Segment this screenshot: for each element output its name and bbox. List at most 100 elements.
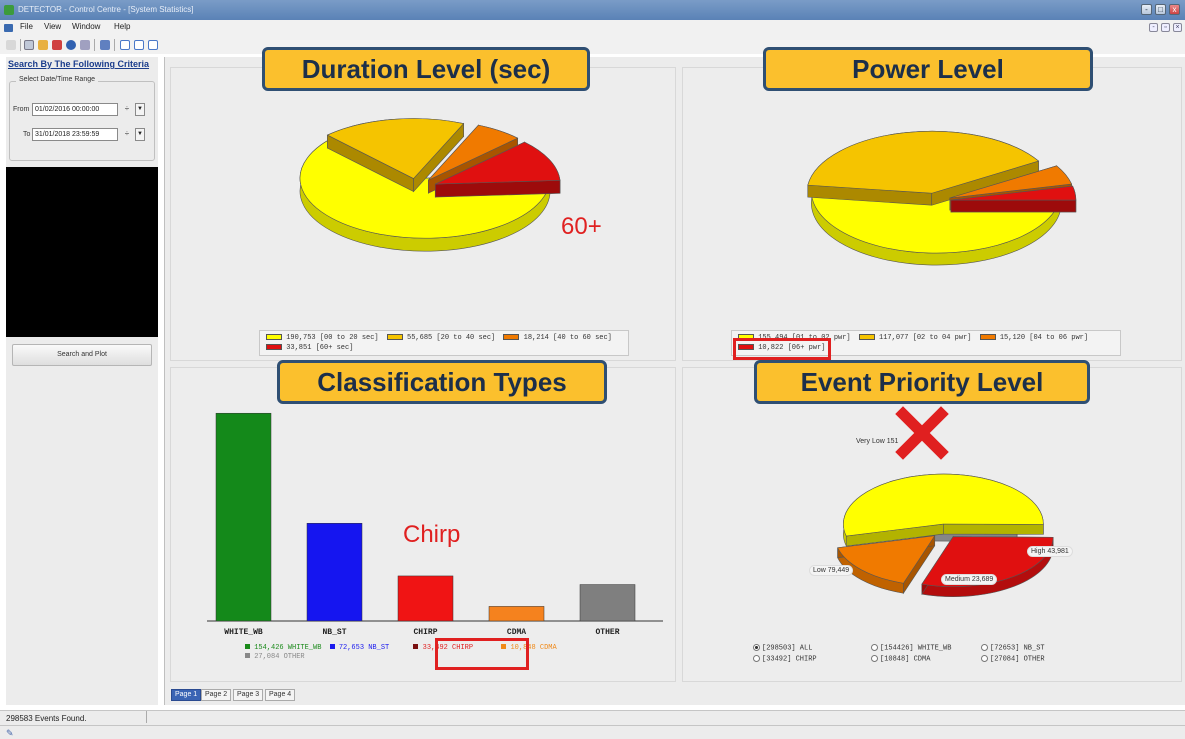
radio-label: [72653] NB_ST bbox=[990, 644, 1045, 653]
legend-item: 190,753 [00 to 20 sec] bbox=[286, 334, 379, 342]
medium-label: Medium 23,689 bbox=[941, 574, 998, 585]
legend-item: 33,851 [60+ sec] bbox=[286, 344, 354, 352]
preview-area bbox=[6, 167, 158, 337]
menu-bar: File View Window Help - ▫ × bbox=[0, 20, 1185, 36]
to-datetime-input[interactable]: 31/01/2018 23:59:59 bbox=[32, 128, 118, 141]
tab-page-2[interactable]: Page 2 bbox=[201, 689, 232, 701]
tick-label-nb-st: NB_ST bbox=[322, 628, 346, 637]
menu-file[interactable]: File bbox=[20, 22, 33, 31]
close-button[interactable]: x bbox=[1169, 4, 1180, 15]
very-low-label: Very Low 151 bbox=[856, 438, 899, 445]
legend-swatch bbox=[858, 334, 875, 341]
window-titlebar: DETECTOR - Control Centre - [System Stat… bbox=[0, 0, 1185, 20]
legend-swatch bbox=[979, 334, 996, 341]
power-pie-chart bbox=[807, 130, 1077, 266]
legend-item: 18,214 [40 to 60 sec] bbox=[523, 334, 612, 342]
layout-two-icon[interactable] bbox=[134, 40, 144, 50]
to-label: To bbox=[23, 131, 31, 138]
tab-page-4[interactable]: Page 4 bbox=[265, 689, 296, 701]
search-sidebar: Search By The Following Criteria Select … bbox=[6, 57, 158, 705]
radio-button[interactable] bbox=[753, 655, 760, 662]
legend-item: 154,426 WHITE_WB bbox=[254, 644, 322, 652]
record-icon[interactable] bbox=[52, 40, 62, 50]
legend-swatch bbox=[266, 334, 282, 341]
bar-white-wb bbox=[215, 412, 272, 622]
radio-cdma[interactable]: [10848] CDMA bbox=[871, 655, 930, 663]
tick-label-other: OTHER bbox=[595, 628, 619, 637]
legend-swatch bbox=[245, 653, 250, 658]
from-label: From bbox=[13, 106, 30, 113]
bar-nb-st bbox=[306, 522, 363, 622]
legend-swatch bbox=[266, 344, 282, 351]
minimize-button[interactable]: - bbox=[1141, 4, 1152, 15]
radio-button[interactable] bbox=[753, 644, 760, 651]
date-range-label: Select Date/Time Range bbox=[16, 76, 98, 83]
chart-icon[interactable] bbox=[100, 40, 110, 50]
duration-legend: 190,753 [00 to 20 sec] 55,685 [20 to 40 … bbox=[259, 330, 629, 356]
classification-banner: Classification Types bbox=[277, 360, 607, 404]
mdi-close-button[interactable]: × bbox=[1173, 23, 1182, 32]
pen-icon: ✎ bbox=[6, 728, 14, 738]
legend-swatch bbox=[503, 334, 520, 341]
status-divider bbox=[0, 725, 1185, 726]
legend-swatch bbox=[245, 644, 250, 649]
tab-page-3[interactable]: Page 3 bbox=[233, 689, 264, 701]
power-panel: 155,494 [01 to 02 pwr] 117,077 [02 to 04… bbox=[682, 67, 1182, 361]
tab-page-1[interactable]: Page 1 bbox=[171, 689, 202, 701]
bar-cdma bbox=[488, 606, 545, 622]
layout-one-icon[interactable] bbox=[120, 40, 130, 50]
toolbar-separator bbox=[20, 39, 21, 51]
globe-icon[interactable] bbox=[66, 40, 76, 50]
radio-all[interactable]: [298503] ALL bbox=[753, 644, 812, 652]
mdi-restore-button[interactable]: ▫ bbox=[1161, 23, 1170, 32]
duration-annotation: 60+ bbox=[561, 213, 602, 240]
radio-nb-st[interactable]: [72653] NB_ST bbox=[981, 644, 1045, 652]
low-label: Low 79,449 bbox=[809, 565, 854, 576]
priority-filter-radios: [298503] ALL [154426] WHITE_WB [72653] N… bbox=[753, 643, 1099, 667]
from-dropdown[interactable]: ▼ bbox=[135, 103, 145, 116]
legend-item: 55,685 [20 to 40 sec] bbox=[407, 334, 496, 342]
radio-chirp[interactable]: [33492] CHIRP bbox=[753, 655, 817, 663]
to-spinner[interactable]: ÷ bbox=[121, 128, 133, 141]
chirp-annotation: Chirp bbox=[403, 521, 461, 548]
settings-icon[interactable] bbox=[80, 40, 90, 50]
bar-other bbox=[579, 584, 636, 622]
folder-icon[interactable] bbox=[38, 40, 48, 50]
layout-grid-icon[interactable] bbox=[148, 40, 158, 50]
radio-button[interactable] bbox=[871, 644, 878, 651]
radio-label: [27084] OTHER bbox=[990, 655, 1045, 664]
legend-swatch bbox=[413, 644, 419, 649]
radio-button[interactable] bbox=[981, 644, 988, 651]
from-datetime-input[interactable]: 01/02/2016 00:00:00 bbox=[32, 103, 118, 116]
app-icon bbox=[4, 5, 14, 15]
radio-label: [154426] WHITE_WB bbox=[880, 644, 952, 653]
power-pie bbox=[807, 130, 1077, 266]
document-icon[interactable] bbox=[24, 40, 34, 50]
events-found-status: 298583 Events Found. bbox=[6, 714, 87, 723]
priority-panel: Very Low 151 High 43,981 Low 79,449 Medi… bbox=[682, 367, 1182, 682]
menu-view[interactable]: View bbox=[44, 22, 61, 31]
maximize-button[interactable]: □ bbox=[1155, 4, 1166, 15]
search-and-plot-button[interactable]: Search and Plot bbox=[12, 344, 152, 366]
from-spinner[interactable]: ÷ bbox=[121, 103, 133, 116]
to-dropdown[interactable]: ▼ bbox=[135, 128, 145, 141]
legend-swatch bbox=[386, 334, 403, 341]
pie-slice-wall bbox=[943, 523, 1044, 535]
new-icon[interactable] bbox=[6, 40, 16, 50]
menu-help[interactable]: Help bbox=[114, 22, 130, 31]
radio-button[interactable] bbox=[871, 655, 878, 662]
tick-label-chirp: CHIRP bbox=[413, 628, 437, 637]
radio-white-wb[interactable]: [154426] WHITE_WB bbox=[871, 644, 951, 652]
pie-slice-wall bbox=[950, 199, 1077, 213]
tick-label-white-wb: WHITE_WB bbox=[224, 628, 263, 637]
radio-button[interactable] bbox=[981, 655, 988, 662]
cross-mark-icon bbox=[895, 406, 949, 460]
legend-item: 117,077 [02 to 04 pwr] bbox=[879, 334, 972, 342]
tick-label-cdma: CDMA bbox=[507, 628, 526, 637]
power-highlight-box bbox=[733, 338, 831, 360]
menu-window[interactable]: Window bbox=[72, 22, 100, 31]
chirp-highlight-box bbox=[435, 638, 529, 670]
radio-other[interactable]: [27084] OTHER bbox=[981, 655, 1045, 663]
status-bar: 298583 Events Found. ✎ bbox=[0, 710, 1185, 739]
mdi-minimize-button[interactable]: - bbox=[1149, 23, 1158, 32]
